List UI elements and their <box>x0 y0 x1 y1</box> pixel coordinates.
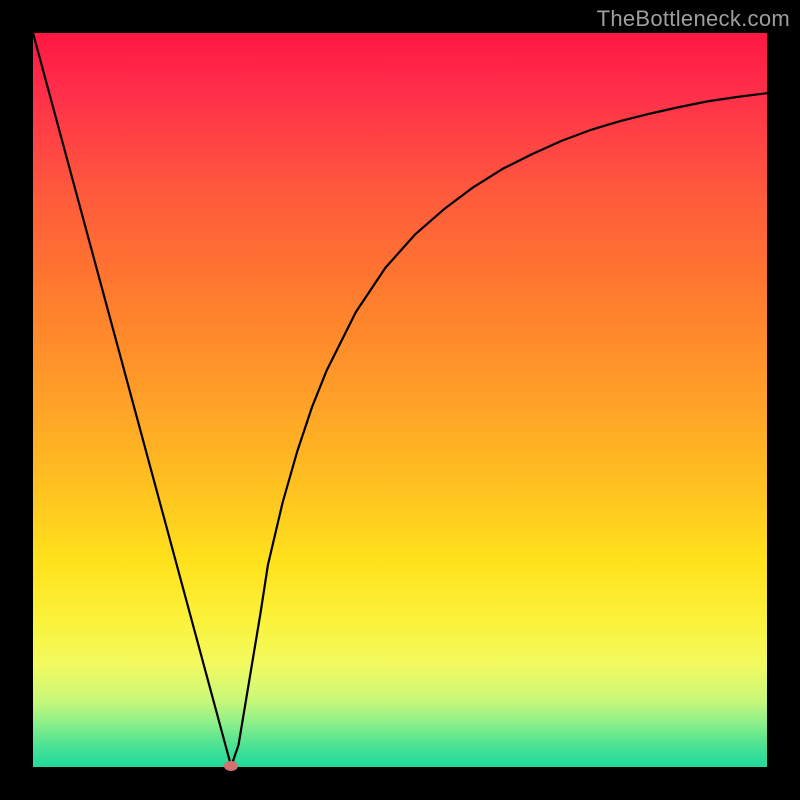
plot-area <box>33 33 767 767</box>
minimum-marker <box>224 761 238 771</box>
bottleneck-curve <box>33 33 767 767</box>
chart-frame: TheBottleneck.com <box>0 0 800 800</box>
watermark-text: TheBottleneck.com <box>597 6 790 32</box>
